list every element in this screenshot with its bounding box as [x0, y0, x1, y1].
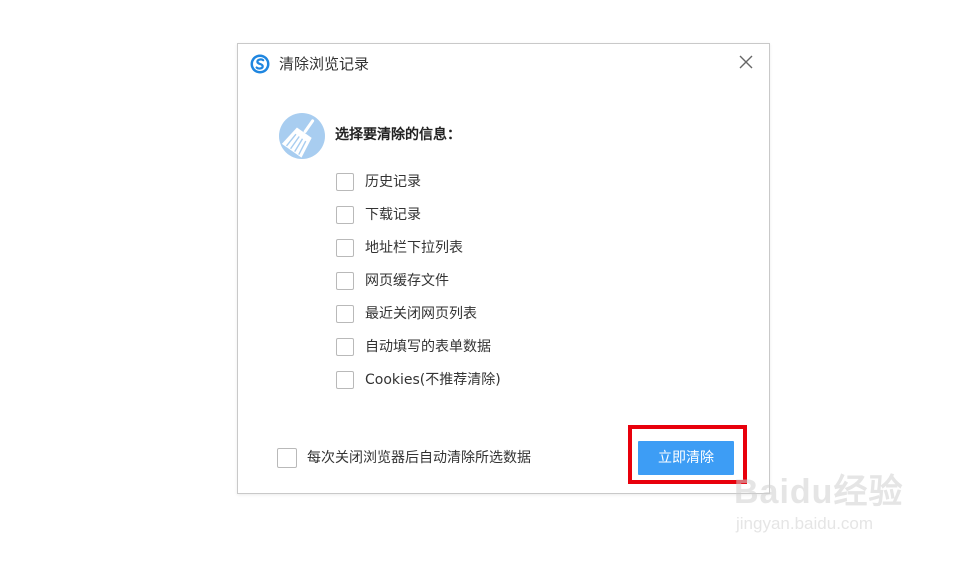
option-downloads[interactable]: 下载记录: [336, 206, 576, 228]
section-heading: 选择要清除的信息：: [335, 127, 461, 143]
close-icon[interactable]: [737, 53, 755, 71]
option-label: 历史记录: [365, 174, 421, 190]
watermark-brand: Baidu经验: [734, 473, 904, 511]
checkbox[interactable]: [336, 206, 354, 224]
option-label: Cookies(不推荐清除): [365, 372, 501, 388]
checkbox[interactable]: [336, 371, 354, 389]
checkbox[interactable]: [336, 272, 354, 290]
option-recently-closed[interactable]: 最近关闭网页列表: [336, 305, 576, 327]
broom-icon: [279, 113, 325, 159]
option-address-bar-dropdown[interactable]: 地址栏下拉列表: [336, 239, 576, 261]
option-label: 最近关闭网页列表: [365, 306, 477, 322]
auto-clear-on-exit-option[interactable]: 每次关闭浏览器后自动清除所选数据: [277, 448, 577, 470]
option-cache-files[interactable]: 网页缓存文件: [336, 272, 576, 294]
checkbox[interactable]: [336, 173, 354, 191]
dialog-title: 清除浏览记录: [279, 55, 370, 73]
checkbox[interactable]: [336, 305, 354, 323]
option-label: 下载记录: [365, 207, 421, 223]
option-history[interactable]: 历史记录: [336, 173, 576, 195]
dialog-titlebar: 清除浏览记录: [238, 44, 769, 82]
checkbox[interactable]: [336, 239, 354, 257]
watermark-url: jingyan.baidu.com: [736, 514, 874, 533]
checkbox[interactable]: [336, 338, 354, 356]
checkbox[interactable]: [277, 448, 297, 468]
clear-browsing-data-dialog: 清除浏览记录 选择要清除的信息： 历史记录 下载记录 地址栏下拉列表 网页缓存文…: [237, 43, 770, 494]
sogou-browser-logo-icon: [250, 54, 270, 74]
option-label: 地址栏下拉列表: [365, 240, 463, 256]
option-cookies[interactable]: Cookies(不推荐清除): [336, 371, 576, 393]
option-autofill-forms[interactable]: 自动填写的表单数据: [336, 338, 576, 360]
option-label: 自动填写的表单数据: [365, 339, 491, 355]
clear-now-button[interactable]: 立即清除: [638, 441, 734, 475]
watermark: Baidu经验 jingyan.baidu.com: [734, 460, 944, 550]
option-label: 网页缓存文件: [365, 273, 449, 289]
auto-clear-label: 每次关闭浏览器后自动清除所选数据: [307, 450, 531, 466]
